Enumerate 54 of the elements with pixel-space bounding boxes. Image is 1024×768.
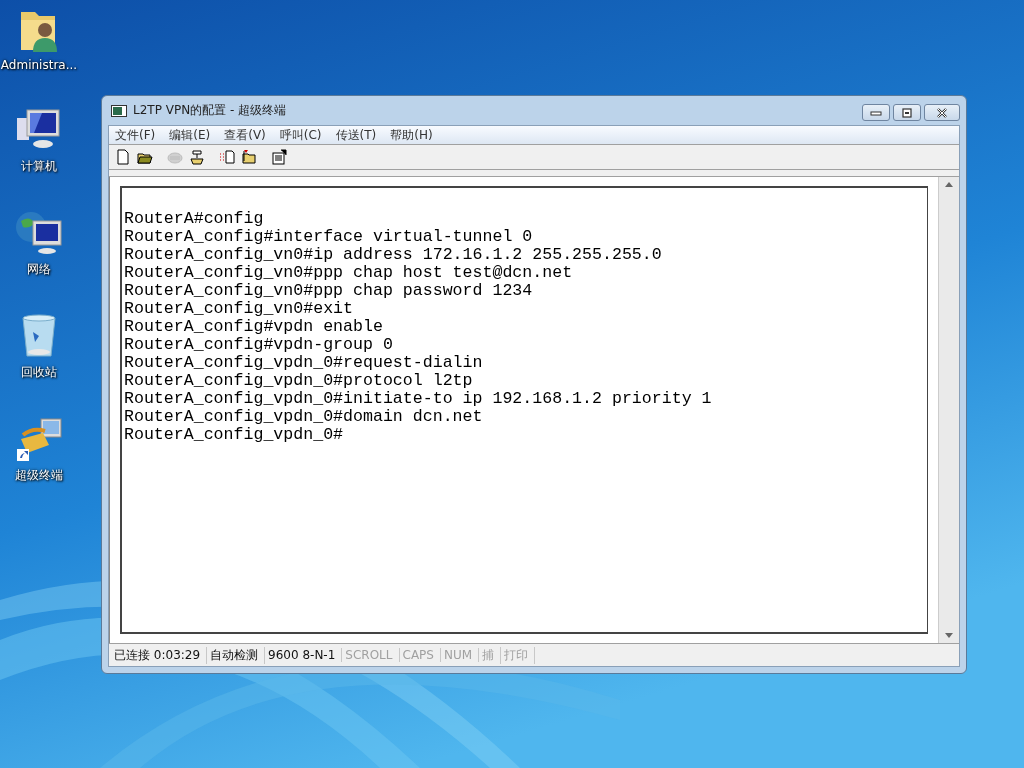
terminal-line: RouterA#config [124,210,265,228]
status-field: 已连接 0:03:29 [111,646,208,664]
window-app-icon [111,104,127,117]
toolbar-button[interactable] [187,147,207,167]
desktop-icon-label[interactable]: Administra... [0,58,78,72]
desktop-icon-label[interactable]: 计算机 [21,158,57,175]
terminal-line: RouterA_config_vn0#ppp chap password 1234 [124,282,534,300]
phone-icon [189,149,205,165]
menu-item[interactable]: 文件(F) [115,126,162,144]
status-field: NUM [440,648,480,662]
terminal-line: RouterA_config_vn0#exit [124,300,355,318]
window-title: L2TP VPN的配置 - 超级终端 [133,102,288,119]
desktop-icon-label[interactable]: 超级终端 [15,467,63,484]
shortcut-phone-icon [15,415,63,463]
terminal-line: RouterA_config_vn0#ppp chap host test@dcn.net [124,264,574,282]
send-file-icon [219,149,235,165]
status-field: SCROLL [342,648,400,662]
status-field: 捕 [479,646,502,664]
terminal-line: RouterA_config_vpdn_0#request-dialin [124,354,484,372]
status-field: 9600 8-N-1 [265,648,343,662]
desktop-icon-label[interactable]: 网络 [27,261,51,278]
desktop-icon-label[interactable]: 回收站 [21,364,57,381]
phone-icon [167,149,183,165]
maximize-icon [901,107,913,118]
close-button[interactable] [924,104,960,121]
properties-icon [271,149,287,165]
new-file-icon [115,149,131,165]
menu-item[interactable]: 编辑(E) [169,126,217,144]
network-icon [15,209,63,257]
status-field: 打印 [501,646,536,664]
close-icon [936,107,948,118]
terminal-line: RouterA_config_vpdn_0#protocol l2tp [124,372,474,390]
terminal-line: RouterA_config_vpdn_0#domain dcn.net [124,408,484,426]
scroll-down-icon[interactable] [945,633,953,638]
terminal-line: RouterA_config#vpdn-group 0 [124,336,394,354]
toolbar-button[interactable] [239,147,259,167]
maximize-button[interactable] [893,104,921,121]
menu-item[interactable]: 传送(T) [335,126,383,144]
scroll-up-icon[interactable] [945,182,953,187]
terminal-line: RouterA_config_vpdn_0#initiate-to ip 192.168.1.2 priority 1 [124,390,713,408]
toolbar-button[interactable] [269,147,289,167]
menu-item[interactable]: 呼叫(C) [279,126,328,144]
terminal-line: RouterA_config#interface virtual-tunnel 0 [124,228,534,246]
menu-item[interactable]: 帮助(H) [390,126,439,144]
terminal-screen[interactable] [109,177,938,643]
terminal-line: RouterA_config_vn0#ip address 172.16.1.2 255.255.255.0 [124,246,663,264]
minimize-button[interactable] [862,104,890,121]
receive-file-icon [241,149,257,165]
terminal-line: RouterA_config_vpdn_0# [124,426,345,444]
menu-item[interactable]: 查看(V) [224,126,272,144]
status-field: 自动检测 [207,646,266,664]
terminal-line: RouterA_config#vpdn enable [124,318,384,336]
status-field: CAPS [399,648,441,662]
vertical-scrollbar[interactable] [938,177,959,643]
